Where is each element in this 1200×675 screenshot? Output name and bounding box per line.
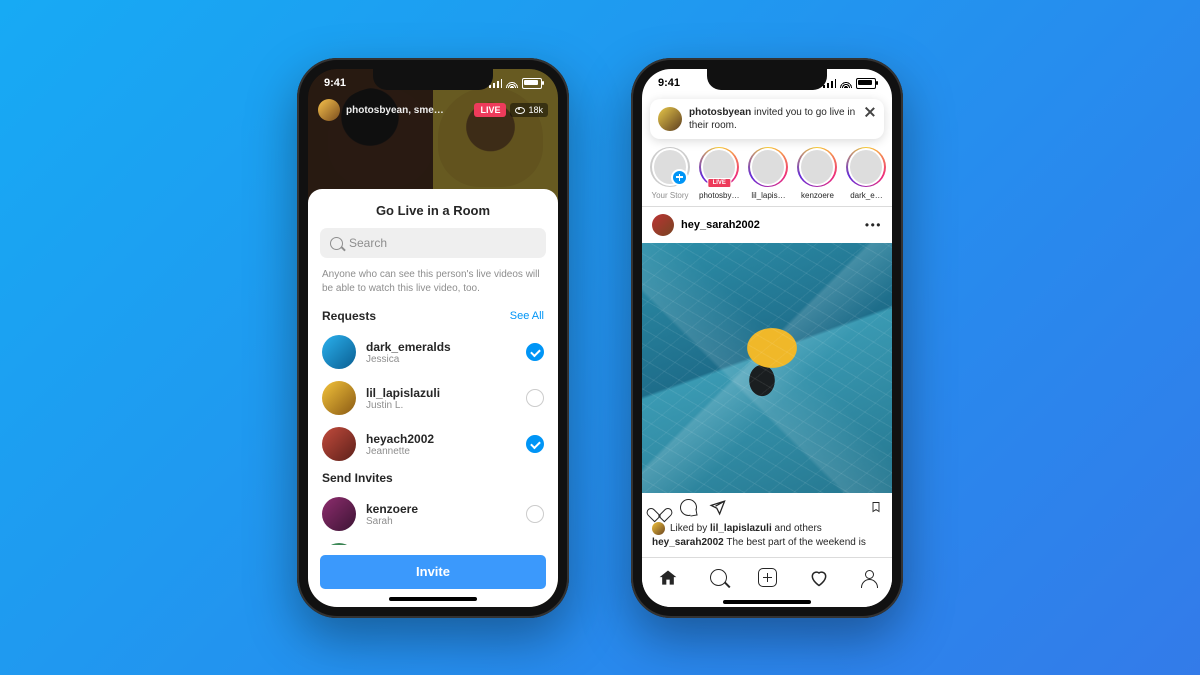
story-item[interactable]: LIVE photosby… (699, 147, 739, 200)
story-item[interactable]: lil_lapis… (748, 147, 788, 200)
search-input[interactable]: Search (320, 228, 546, 258)
host-avatar[interactable] (318, 99, 340, 121)
row-username: dark_emeralds (366, 340, 526, 354)
post-avatar[interactable] (652, 214, 674, 236)
checkbox-unchecked-icon[interactable] (526, 505, 544, 523)
live-header: photosbyean, sme… LIVE 18k (308, 99, 558, 121)
row-username: heyach2002 (366, 432, 526, 446)
search-tab-icon[interactable] (710, 569, 727, 586)
toast-text: photosbyean invited you to go live in th… (689, 106, 856, 132)
checkbox-checked-icon[interactable] (526, 343, 544, 361)
more-options-icon[interactable]: ••• (865, 218, 882, 232)
battery-icon (522, 78, 542, 89)
screen-right: 9:41 photosbyean invited you to go live … (642, 69, 892, 607)
invite-row[interactable]: travis_shreds18 (322, 537, 544, 545)
post-caption: hey_sarah2002 The best part of the weeke… (642, 535, 892, 548)
status-icons (823, 78, 876, 89)
screen-left: 9:41 photosbyean, sme… LIVE 18k Go Live … (308, 69, 558, 607)
go-live-sheet: Go Live in a Room Search Anyone who can … (308, 189, 558, 607)
post-actions (642, 493, 892, 522)
post-image[interactable] (642, 243, 892, 493)
story-your-story[interactable]: Your Story (650, 147, 690, 200)
live-badge-icon: LIVE (708, 178, 731, 188)
avatar (322, 543, 356, 545)
live-badge: LIVE (474, 103, 506, 117)
row-username: kenzoere (366, 502, 526, 516)
invite-toast[interactable]: photosbyean invited you to go live in th… (650, 99, 884, 139)
invite-button[interactable]: Invite (320, 555, 546, 589)
notch (707, 69, 827, 90)
avatar (322, 497, 356, 531)
viewer-count: 18k (510, 103, 548, 117)
row-name: Jeannette (366, 446, 526, 457)
eye-icon (515, 107, 525, 114)
avatar (322, 335, 356, 369)
requests-label: Requests (322, 309, 376, 323)
story-label: lil_lapis… (751, 191, 785, 200)
story-label: dark_e… (850, 191, 882, 200)
status-time: 9:41 (324, 77, 346, 89)
request-row[interactable]: lil_lapislazuliJustin L. (322, 375, 544, 421)
host-username[interactable]: photosbyean, sme… (346, 105, 474, 116)
status-time: 9:41 (658, 77, 680, 89)
row-name: Justin L. (366, 400, 526, 411)
liker-avatar (652, 522, 665, 535)
comment-icon[interactable] (680, 499, 697, 516)
search-icon (330, 237, 343, 250)
bookmark-icon[interactable] (870, 499, 882, 515)
battery-icon (856, 78, 876, 89)
checkbox-unchecked-icon[interactable] (526, 389, 544, 407)
post-header: hey_sarah2002 ••• (642, 207, 892, 243)
request-row[interactable]: dark_emeraldsJessica (322, 329, 544, 375)
toast-avatar (658, 107, 682, 131)
story-item[interactable]: dark_e… (846, 147, 886, 200)
phone-mockup-right: 9:41 photosbyean invited you to go live … (631, 58, 903, 618)
story-item[interactable]: kenzoere (797, 147, 837, 200)
row-username: lil_lapislazuli (366, 386, 526, 400)
story-label: Your Story (651, 191, 688, 200)
close-icon[interactable] (864, 106, 876, 118)
wifi-icon (506, 79, 518, 88)
likes-row[interactable]: Liked by lil_lapislazuli and others (642, 522, 892, 535)
home-indicator (389, 597, 477, 601)
phone-mockup-left: 9:41 photosbyean, sme… LIVE 18k Go Live … (297, 58, 569, 618)
send-invites-header: Send Invites (322, 467, 544, 491)
avatar (322, 381, 356, 415)
row-name: Sarah (366, 516, 526, 527)
create-tab-icon[interactable] (758, 568, 777, 587)
activity-tab-icon[interactable] (809, 568, 829, 588)
home-indicator (723, 600, 811, 604)
wifi-icon (840, 79, 852, 88)
see-all-link[interactable]: See All (510, 310, 544, 322)
sheet-footer: Invite (308, 545, 558, 607)
post-username[interactable]: hey_sarah2002 (681, 219, 858, 231)
status-icons (489, 78, 542, 89)
like-icon[interactable] (652, 502, 668, 516)
invite-row[interactable]: kenzoereSarah (322, 491, 544, 537)
avatar (322, 427, 356, 461)
row-name: Jessica (366, 354, 526, 365)
story-label: photosby… (699, 191, 739, 200)
request-row[interactable]: heyach2002Jeannette (322, 421, 544, 467)
home-tab-icon[interactable] (658, 568, 678, 588)
sheet-title: Go Live in a Room (308, 189, 558, 228)
requests-header: Requests See All (308, 305, 558, 329)
user-list: dark_emeraldsJessica lil_lapislazuliJust… (308, 329, 558, 545)
profile-tab-icon[interactable] (861, 570, 876, 585)
notch (373, 69, 493, 90)
add-story-plus-icon (671, 169, 688, 186)
stories-tray[interactable]: Your Story LIVE photosby… lil_lapis… ken… (642, 139, 892, 206)
privacy-note: Anyone who can see this person's live vi… (308, 258, 558, 305)
tab-bar (642, 557, 892, 607)
checkbox-checked-icon[interactable] (526, 435, 544, 453)
search-placeholder: Search (349, 236, 387, 250)
send-invites-label: Send Invites (322, 471, 393, 485)
share-icon[interactable] (709, 499, 726, 516)
story-label: kenzoere (801, 191, 834, 200)
